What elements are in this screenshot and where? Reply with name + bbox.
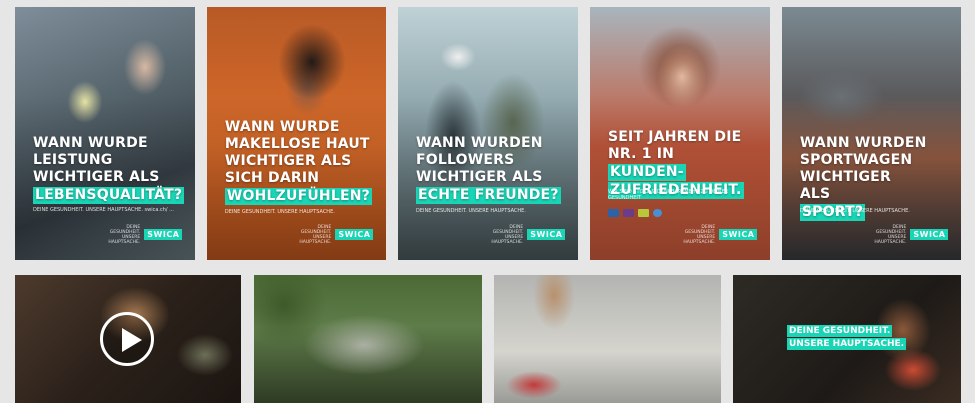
poster-headline: WANN WURDE LEISTUNG WICHTIGER ALS LEBENS… <box>33 135 185 204</box>
award-badge <box>608 209 619 217</box>
video-thumbnail-child-cup[interactable]: DEINE GESUNDHEIT. UNSERE HAUPTSACHE. <box>733 275 961 403</box>
brand-block: DEINE GESUNDHEIT. UNSERE HAUPTSACHE. SWI… <box>287 225 374 245</box>
video-thumbnail-skateboard[interactable] <box>494 275 721 403</box>
poster-highlight: LEBENSQUALITÄT? <box>33 187 185 204</box>
poster-kundenzufriedenheit[interactable]: SEIT JAHREN DIE NR. 1 IN KUNDEN- ZUFRIED… <box>590 7 770 260</box>
brand-block: DEINE GESUNDHEIT. UNSERE HAUPTSACHE. SWI… <box>96 225 183 245</box>
poster-subline: DEINE GESUNDHEIT. UNSERE HAUPTSACHE. swi… <box>33 207 174 213</box>
video-thumbnail-child-drinking[interactable] <box>15 275 241 403</box>
swica-logo: SWICA <box>719 229 758 241</box>
video-caption: DEINE GESUNDHEIT. UNSERE HAUPTSACHE. <box>787 325 907 350</box>
poster-subline: DEINE GESUNDHEIT. UNSERE HAUPTSACHE. <box>799 208 910 214</box>
poster-subline: WIR SIND STOLZ & DANKBAR. MEHR ZU DEINER… <box>608 189 729 201</box>
swica-logo: SWICA <box>527 229 566 241</box>
award-badge <box>623 209 634 217</box>
swica-logo: SWICA <box>144 229 183 241</box>
swica-logo: SWICA <box>910 229 949 241</box>
video-photo <box>254 275 482 403</box>
poster-highlight: WOHLZUFÜHLEN? <box>224 188 372 205</box>
video-thumbnail-lake[interactable] <box>254 275 482 403</box>
poster-subline: DEINE GESUNDHEIT. UNSERE HAUPTSACHE. <box>224 209 335 215</box>
brand-block: DEINE GESUNDHEIT. UNSERE HAUPTSACHE. SWI… <box>671 225 758 245</box>
poster-lebensqualitaet[interactable]: WANN WURDE LEISTUNG WICHTIGER ALS LEBENS… <box>15 7 195 260</box>
poster-highlight: KUNDEN- <box>608 164 686 181</box>
poster-headline: WANN WURDEN FOLLOWERS WICHTIGER ALS ECHT… <box>416 135 561 204</box>
play-icon[interactable] <box>100 312 154 366</box>
award-badge <box>638 209 649 217</box>
poster-wohlfuehlen[interactable]: WANN WURDE MAKELLOSE HAUT WICHTIGER ALS … <box>207 7 386 260</box>
poster-highlight: ECHTE FREUNDE? <box>416 187 561 204</box>
poster-headline: WANN WURDE MAKELLOSE HAUT WICHTIGER ALS … <box>224 119 372 205</box>
poster-echte-freunde[interactable]: WANN WURDEN FOLLOWERS WICHTIGER ALS ECHT… <box>398 7 578 260</box>
poster-subline: DEINE GESUNDHEIT. UNSERE HAUPTSACHE. <box>416 208 526 214</box>
swica-logo: SWICA <box>335 229 374 241</box>
video-photo <box>494 275 721 403</box>
award-badge <box>653 209 662 217</box>
poster-sport[interactable]: WANN WURDEN SPORTWAGEN WICHTIGER ALS SPO… <box>782 7 961 260</box>
brand-block: DEINE GESUNDHEIT. UNSERE HAUPTSACHE. SWI… <box>862 225 949 245</box>
award-badges <box>608 209 662 217</box>
brand-block: DEINE GESUNDHEIT. UNSERE HAUPTSACHE. SWI… <box>479 225 566 245</box>
